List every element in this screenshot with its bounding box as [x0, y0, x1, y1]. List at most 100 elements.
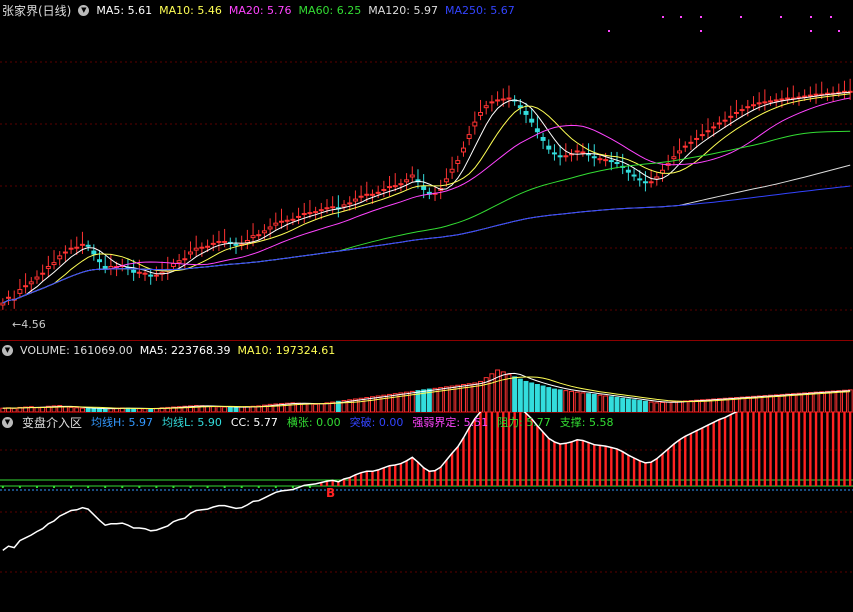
candle-body	[682, 145, 688, 148]
marker-dot	[810, 16, 812, 18]
signal-bar	[689, 433, 693, 486]
dot-marker	[53, 486, 56, 488]
indicator-item: 强弱界定: 5.51	[412, 416, 489, 429]
marker-dot	[838, 30, 840, 32]
candle-body	[102, 265, 108, 269]
signal-bar	[848, 412, 852, 486]
volume-bar	[506, 374, 512, 412]
candle-body	[261, 230, 267, 234]
signal-bar	[775, 412, 778, 486]
dot-marker	[223, 486, 226, 488]
dot-marker	[189, 486, 192, 488]
ma-line	[2, 130, 851, 304]
candle-body	[358, 195, 364, 198]
candle-body	[352, 198, 358, 202]
candle-body	[182, 258, 188, 261]
ma60-label: MA60: 6.25	[298, 3, 362, 17]
signal-bar	[843, 412, 846, 486]
signal-bar	[763, 412, 767, 486]
volume-bar	[557, 389, 563, 412]
candle-body	[6, 296, 12, 299]
candle-body	[745, 106, 751, 109]
volume-bar	[813, 391, 819, 412]
candle-body	[603, 159, 609, 162]
signal-bar	[456, 446, 459, 486]
volume-bar	[682, 400, 688, 412]
candle-body	[45, 265, 51, 269]
candle-body	[23, 285, 29, 288]
candle-body	[222, 240, 228, 243]
candle-body	[506, 97, 512, 100]
price-chart[interactable]	[0, 0, 853, 340]
chevron-down-icon[interactable]: ▼	[2, 416, 13, 428]
volume-bar	[301, 403, 307, 412]
volume-legend: ▼ VOLUME: 161069.00 MA5: 223768.39 MA10:…	[2, 342, 335, 358]
volume-bar	[847, 389, 853, 412]
candle-body	[625, 169, 631, 173]
signal-bar	[467, 427, 471, 486]
candle-body	[28, 281, 34, 285]
volume-bar	[648, 401, 654, 412]
volume-bar	[563, 390, 569, 412]
volume-bar	[762, 395, 768, 412]
volume-bar	[529, 382, 535, 412]
candle-body	[330, 206, 336, 209]
candle-body	[341, 204, 347, 208]
price-panel[interactable]: 张家界(日线) ▼ MA5: 5.61 MA10: 5.46 MA20: 5.7…	[0, 0, 853, 340]
indicator-chart[interactable]	[0, 412, 853, 612]
signal-bar	[655, 458, 659, 486]
candle-body	[705, 130, 711, 133]
signal-bar	[570, 441, 573, 486]
volume-bar	[318, 403, 324, 412]
signal-bar	[558, 444, 562, 486]
candle-body	[40, 272, 46, 275]
candle-body	[170, 263, 176, 267]
dot-marker	[172, 486, 175, 488]
chevron-down-icon[interactable]: ▼	[78, 4, 90, 16]
volume-ma10-label: MA10: 197324.61	[237, 343, 336, 357]
signal-bar	[462, 437, 465, 486]
signal-bar	[718, 419, 721, 486]
volume-bar	[375, 395, 381, 412]
signal-bar	[388, 465, 391, 486]
dot-marker	[206, 486, 209, 488]
signal-bar	[769, 412, 772, 486]
signal-bar	[752, 412, 755, 486]
volume-bar	[591, 393, 597, 412]
volume-bar	[637, 400, 643, 412]
volume-bar	[819, 391, 825, 412]
signal-bar	[706, 425, 710, 486]
candle-body	[205, 245, 211, 248]
candle-body	[210, 242, 216, 245]
candle-body	[534, 128, 540, 133]
candle-body	[17, 289, 23, 294]
volume-bar	[472, 382, 478, 412]
signal-bar	[382, 467, 386, 486]
candle-body	[722, 119, 728, 122]
signal-bar	[678, 439, 681, 486]
price-legend: 张家界(日线) ▼ MA5: 5.61 MA10: 5.46 MA20: 5.7…	[2, 2, 515, 18]
volume-bar	[841, 389, 847, 412]
volume-bar	[773, 394, 779, 412]
signal-bar	[735, 412, 738, 486]
candle-body	[313, 211, 319, 214]
ma250-label: MA250: 5.67	[444, 3, 515, 17]
candle-body	[551, 152, 557, 155]
volume-bar	[551, 388, 557, 412]
candle-body	[57, 255, 63, 260]
volume-panel[interactable]: ▼ VOLUME: 161069.00 MA5: 223768.39 MA10:…	[0, 340, 853, 412]
chevron-down-icon[interactable]: ▼	[2, 344, 13, 356]
signal-bar	[598, 445, 602, 486]
candle-body	[614, 162, 620, 165]
candle-body	[699, 134, 705, 137]
dot-marker	[155, 486, 158, 488]
candle-body	[131, 269, 137, 273]
candle-body	[62, 251, 68, 254]
volume-bar	[387, 393, 393, 412]
candle-body	[278, 220, 284, 223]
candle-body	[199, 246, 205, 249]
volume-bar	[608, 396, 614, 412]
signal-bar	[837, 412, 840, 486]
volume-bar	[824, 390, 830, 412]
indicator-panel[interactable]: ▼ 变盘介入区 均线H: 5.97 均线L: 5.90 CC: 5.77 横张:…	[0, 412, 853, 612]
